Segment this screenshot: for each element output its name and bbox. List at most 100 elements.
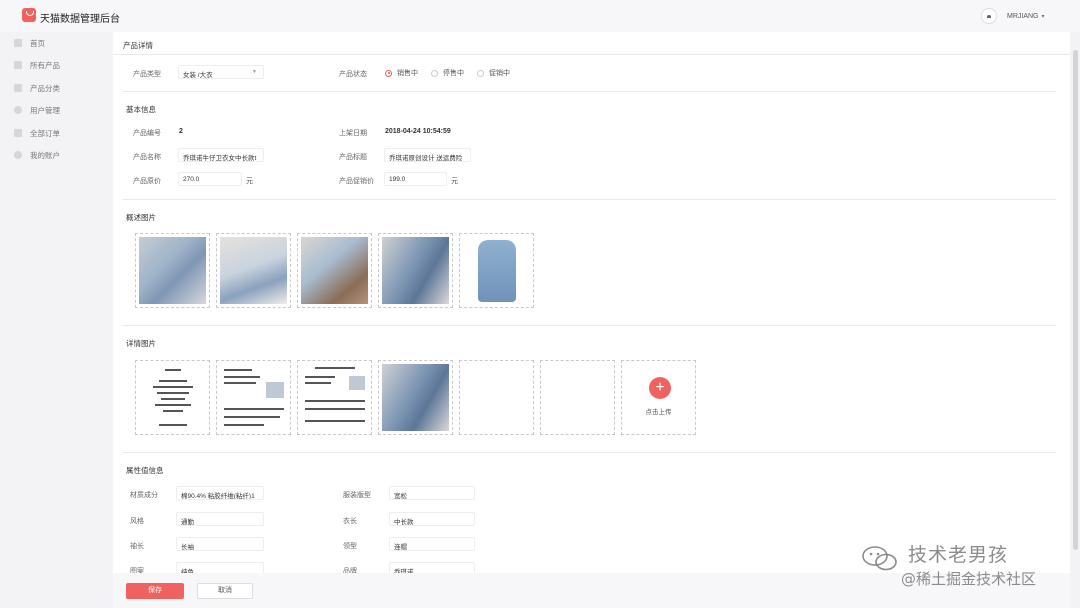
radio-label: 停售中 (443, 70, 464, 77)
detail-image[interactable] (378, 360, 453, 435)
product-icon (14, 61, 22, 69)
shopping-bag-icon (22, 8, 36, 22)
promo-label: 产品促销价 (339, 178, 374, 185)
sidebar-item-users[interactable]: 用户管理 (0, 99, 112, 121)
order-icon (14, 129, 22, 137)
attr-input[interactable]: 乔琪诺 (389, 562, 475, 573)
attr-input[interactable]: 通勤 (176, 512, 264, 526)
sidebar-item-account[interactable]: 我的账户 (0, 144, 112, 166)
date-value: 2018-04-24 10:54:59 (385, 128, 451, 135)
user-icon (14, 106, 22, 114)
radio-checked-icon (385, 69, 392, 77)
attr-label: 衣长 (343, 518, 357, 525)
overview-image[interactable] (297, 233, 372, 308)
promo-input[interactable]: 199.0 (384, 172, 447, 186)
detail-image[interactable] (297, 360, 372, 435)
category-icon (14, 84, 22, 92)
divider (123, 325, 1056, 326)
detail-doc (139, 364, 206, 431)
detail-image[interactable] (216, 360, 291, 435)
attr-label: 品牌 (343, 568, 357, 573)
empty-image-slot[interactable] (540, 360, 615, 435)
date-label: 上架日期 (339, 130, 367, 137)
divider (113, 54, 1070, 55)
attr-label: 领型 (343, 543, 357, 550)
price-label: 产品原价 (133, 178, 161, 185)
user-name[interactable]: MRJIANG (1007, 13, 1039, 20)
detail-image[interactable] (135, 360, 210, 435)
type-label: 产品类型 (133, 71, 161, 78)
overview-image[interactable] (459, 233, 534, 308)
status-radio-promo[interactable]: 促销中 (477, 68, 510, 78)
status-radio-off-sale[interactable]: 停售中 (431, 68, 464, 78)
main-content: 产品详情 产品类型 女装 /大衣 ▼ 产品状态 销售中 停售中 促销中 基本信息… (113, 32, 1070, 573)
empty-image-slot[interactable] (459, 360, 534, 435)
product-photo (382, 237, 449, 304)
product-photo (382, 364, 449, 431)
watermark-source: @稀土掘金技术社区 (901, 570, 1037, 588)
price-input[interactable]: 270.0 (178, 172, 242, 186)
section-title-detail: 详情图片 (126, 339, 156, 348)
page-title: 产品详情 (123, 41, 153, 50)
coat-photo (478, 240, 516, 302)
product-photo (301, 237, 368, 304)
attr-input[interactable]: 棉90.4% 粘胶纤维(粘纤)1 (176, 486, 264, 500)
promo-unit: 元 (451, 178, 458, 185)
product-photo (139, 237, 206, 304)
subtitle-input[interactable]: 乔琪诺原创设计 送运费险 (384, 148, 471, 162)
home-icon (14, 39, 22, 47)
radio-label: 销售中 (397, 70, 418, 77)
scrollbar[interactable] (1071, 32, 1080, 608)
type-select[interactable]: 女装 /大衣 ▼ (178, 65, 264, 79)
type-select-value: 女装 /大衣 (183, 72, 213, 79)
attr-input[interactable]: 纯色 (176, 562, 264, 573)
detail-doc (220, 364, 287, 431)
avatar[interactable] (981, 8, 997, 24)
overview-image[interactable] (378, 233, 453, 308)
plus-icon[interactable]: + (649, 377, 671, 399)
cancel-button[interactable]: 取消 (197, 583, 253, 599)
overview-image[interactable] (135, 233, 210, 308)
product-photo (220, 237, 287, 304)
status-radio-on-sale[interactable]: 销售中 (385, 68, 418, 78)
name-input[interactable]: 乔琪诺牛仔卫衣女中长款t (178, 148, 264, 162)
sidebar-item-orders[interactable]: 全部订单 (0, 122, 112, 144)
save-button[interactable]: 保存 (126, 583, 184, 599)
sidebar-item-label: 我的账户 (30, 150, 60, 160)
divider (123, 91, 1056, 92)
attr-label: 服装版型 (343, 492, 371, 499)
scrollbar-thumb[interactable] (1073, 50, 1078, 550)
status-label: 产品状态 (339, 71, 367, 78)
radio-unchecked-icon (431, 69, 438, 77)
attr-label: 材质成分 (130, 492, 158, 499)
name-label: 产品名称 (133, 154, 161, 161)
section-title-overview: 概述图片 (126, 213, 156, 222)
attr-input[interactable]: 宽松 (389, 486, 475, 500)
sidebar-item-label: 用户管理 (30, 105, 60, 115)
attr-input[interactable]: 连帽 (389, 537, 475, 551)
user-menu[interactable]: MRJIANG ▾ (981, 8, 1045, 24)
chevron-down-icon[interactable]: ▾ (1042, 13, 1045, 20)
sidebar-item-products[interactable]: 所有产品 (0, 54, 112, 76)
attr-input[interactable]: 长袖 (176, 537, 264, 551)
sidebar-item-home[interactable]: 首页 (0, 32, 112, 54)
attr-label: 图案 (130, 568, 144, 573)
upload-button[interactable]: + 点击上传 (621, 360, 696, 435)
detail-doc (301, 364, 368, 431)
chevron-down-icon: ▼ (252, 69, 257, 75)
divider (123, 452, 1056, 453)
sidebar-item-label: 首页 (30, 38, 45, 48)
account-icon (14, 151, 22, 159)
price-unit: 元 (246, 178, 253, 185)
sidebar-item-categories[interactable]: 产品分类 (0, 77, 112, 99)
top-bar: 天猫数据管理后台 MRJIANG ▾ (0, 0, 1080, 32)
upload-label: 点击上传 (645, 409, 672, 416)
radio-unchecked-icon (477, 69, 484, 77)
attr-input[interactable]: 中长款 (389, 512, 475, 526)
watermark-title: 技术老男孩 (908, 544, 1009, 566)
subtitle-label: 产品标题 (339, 154, 367, 161)
section-title-basic: 基本信息 (126, 105, 156, 114)
radio-label: 促销中 (489, 70, 510, 77)
overview-image[interactable] (216, 233, 291, 308)
app-title: 天猫数据管理后台 (40, 14, 120, 25)
